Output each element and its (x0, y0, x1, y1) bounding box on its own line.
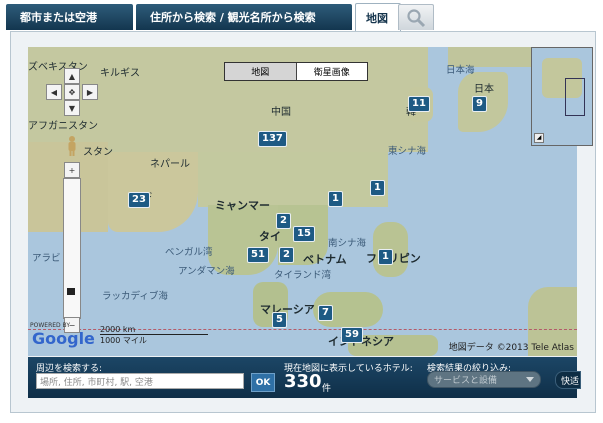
google-logo[interactable]: Google (32, 329, 95, 348)
map-bottom-bar: 周辺を検索する: 場所, 住所, 市町村, 駅, 空港 OK 現在地図に表示して… (28, 357, 581, 398)
map-copyright: 地図データ ©2013 Tele Atlas (448, 343, 574, 353)
map-canvas[interactable]: キルギス ズベキスタン アフガニスタン スタン ネパール ンド 中国 日本 韓 … (28, 47, 577, 356)
move-icon: ✥ (68, 87, 76, 97)
pan-left-button[interactable]: ◀ (46, 84, 62, 100)
hotel-cluster-marker[interactable]: 2 (276, 213, 291, 229)
hotel-cluster-marker[interactable]: 1 (370, 180, 385, 196)
search-tab[interactable] (398, 4, 434, 30)
pegman-icon (68, 136, 76, 156)
hotel-cluster-marker[interactable]: 15 (293, 226, 315, 242)
map-type-map-button[interactable]: 地図 (225, 63, 297, 80)
hotel-cluster-marker[interactable]: 59 (341, 327, 363, 343)
hotel-cluster-marker[interactable]: 51 (247, 247, 269, 263)
zoom-in-button[interactable]: + (64, 162, 80, 178)
pan-right-button[interactable]: ▶ (82, 84, 98, 100)
map-label-nepal: ネパール (150, 159, 190, 170)
filter-select[interactable]: サービスと設備 (427, 371, 541, 388)
map-label-kyrgyz: キルギス (100, 68, 140, 79)
hotel-cluster-marker[interactable]: 1 (328, 191, 343, 207)
map-type-toggle: 地図 衛星画像 (224, 62, 368, 81)
hotel-cluster-marker[interactable]: 5 (272, 312, 287, 328)
map-label-china: 中国 (271, 107, 291, 118)
pan-down-button[interactable]: ▼ (64, 100, 80, 116)
tab-address-landmark[interactable]: 住所から検索 / 観光名所から検索 (136, 4, 352, 30)
tab-city-airport[interactable]: 都市または空港 (6, 4, 133, 30)
hotel-count: 330 (284, 371, 322, 392)
arrow-left-icon: ◀ (50, 87, 58, 97)
hotel-cluster-marker[interactable]: 23 (128, 192, 150, 208)
overview-map[interactable]: ◢ (531, 47, 593, 146)
quick-button[interactable]: 快适 (555, 371, 581, 389)
overview-toggle-button[interactable]: ◢ (534, 133, 544, 143)
street-view-pegman[interactable] (66, 135, 78, 157)
map-label-pakistan: スタン (83, 147, 113, 158)
hotel-cluster-marker[interactable]: 2 (279, 247, 294, 263)
map-label-laccadive-sea: ラッカディブ海 (102, 291, 168, 302)
search-input[interactable]: 場所, 住所, 市町村, 駅, 空港 (36, 373, 244, 389)
pan-center-button[interactable]: ✥ (64, 84, 80, 100)
scale-mi: 1000 マイル (100, 336, 147, 345)
tab-label: 地図 (366, 11, 388, 25)
scale-bar: 2000 km 1000 マイル (100, 325, 208, 346)
map-label-vietnam: ベトナム (303, 253, 347, 266)
tab-bar: 都市または空港 住所から検索 / 観光名所から検索 地図 (0, 0, 603, 32)
plus-icon: + (68, 165, 76, 175)
map-label-japan: 日本 (474, 84, 494, 95)
zoom-slider[interactable] (63, 178, 81, 319)
hotel-cluster-marker[interactable]: 11 (408, 96, 430, 112)
overview-viewport[interactable] (565, 78, 585, 116)
hotel-cluster-marker[interactable]: 9 (472, 96, 487, 112)
map-label-myanmar: ミャンマー (215, 199, 270, 212)
map-label-afghan: アフガニスタン (28, 121, 98, 132)
map-label-philippines: フィリピン (366, 252, 421, 265)
pan-control: ▲ ◀ ✥ ▶ ▼ (42, 68, 100, 116)
chevron-down-icon (526, 377, 534, 382)
filter-select-value: サービスと設備 (434, 376, 498, 386)
magnifier-icon (407, 8, 426, 27)
collapse-icon: ◢ (536, 134, 542, 141)
search-ok-button[interactable]: OK (251, 373, 275, 392)
scale-km: 2000 km (100, 325, 208, 335)
map-label-malaysia: マレーシア (260, 303, 315, 316)
map-label-south-china-sea: 南シナ海 (328, 238, 367, 249)
tab-label: 都市または空港 (20, 11, 97, 24)
tab-label: 住所から検索 / 観光名所から検索 (150, 11, 316, 24)
hotel-cluster-marker[interactable]: 137 (258, 131, 287, 147)
hotel-cluster-marker[interactable]: 7 (318, 305, 333, 321)
tab-map[interactable]: 地図 (355, 3, 401, 31)
arrow-up-icon: ▲ (68, 71, 76, 81)
powered-by-label: POWERED BY (30, 322, 71, 329)
map-label-bengal-bay: ベンガル湾 (165, 247, 213, 258)
map-label-arabian-sea: アラビ (32, 253, 61, 264)
zoom-slider-thumb[interactable] (67, 288, 75, 295)
map-label-andaman-sea: アンダマン海 (178, 266, 235, 277)
arrow-right-icon: ▶ (86, 87, 94, 97)
map-label-east-china-sea: 東シナ海 (388, 146, 427, 157)
map-label-thai: タイ (259, 230, 281, 243)
map-label-thailand-gulf: タイランド湾 (274, 270, 332, 281)
pan-up-button[interactable]: ▲ (64, 68, 80, 84)
hotel-cluster-marker[interactable]: 1 (378, 249, 393, 265)
arrow-down-icon: ▼ (68, 103, 76, 113)
map-label-japan-sea: 日本海 (446, 65, 475, 76)
map-type-satellite-button[interactable]: 衛星画像 (297, 63, 368, 80)
hotel-count-unit: 件 (322, 384, 332, 394)
